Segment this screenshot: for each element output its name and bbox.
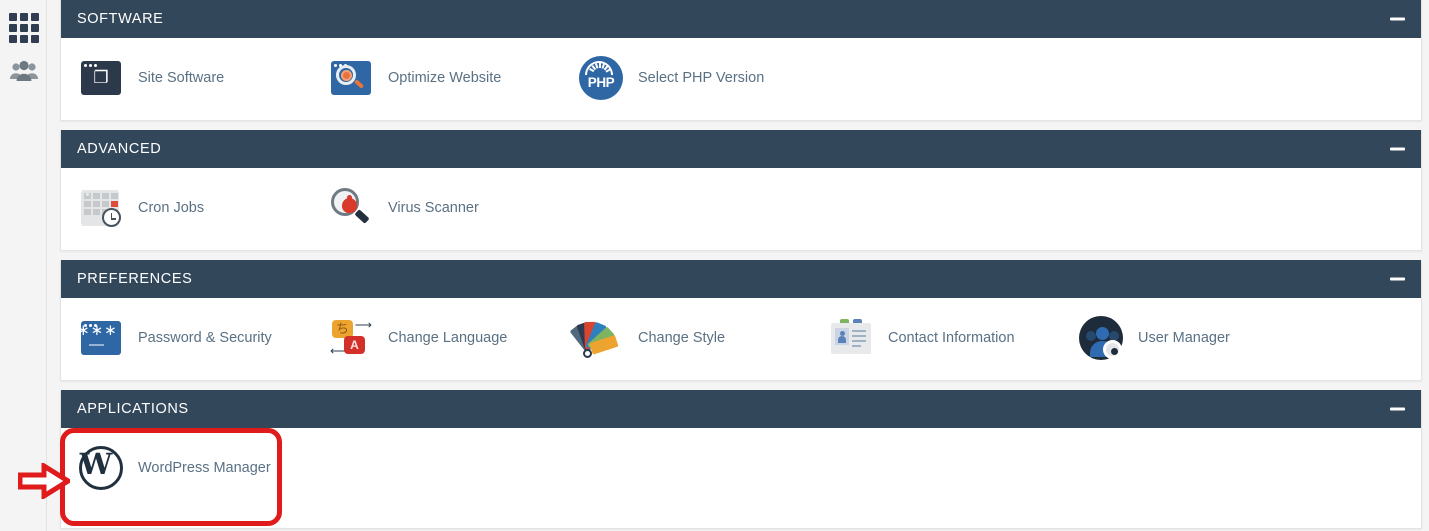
app-item-change-style[interactable]: Change Style (561, 306, 811, 370)
sidebar-item-user-manager[interactable] (0, 50, 47, 94)
app-item-wordpress-manager[interactable]: W WordPress Manager (61, 436, 311, 500)
app-item-contact-information[interactable]: Contact Information (811, 306, 1061, 370)
app-label: Change Language (388, 330, 508, 346)
app-item-site-software[interactable]: ❐ Site Software (61, 46, 311, 110)
collapse-icon[interactable] (1390, 147, 1405, 151)
app-item-virus-scanner[interactable]: Virus Scanner (311, 176, 561, 240)
app-item-user-manager[interactable]: User Manager (1061, 306, 1311, 370)
puzzle-window-icon: ❐ (77, 54, 125, 102)
grid-icon (8, 13, 39, 43)
magnifier-gear-window-icon (327, 54, 375, 102)
section-body-preferences: ∗∗∗— Password & Security ⟶ ⟵ ち A Change … (61, 298, 1421, 380)
calendar-clock-icon (77, 184, 125, 232)
section-body-advanced: Cron Jobs Virus Scanner (61, 168, 1421, 250)
section-body-applications: W WordPress Manager (61, 428, 1421, 528)
password-icon-text: ∗∗∗— (77, 322, 118, 353)
app-label: Change Style (638, 330, 726, 346)
collapse-icon[interactable] (1390, 277, 1405, 281)
app-label: Select PHP Version (638, 70, 765, 86)
app-label: Password & Security (138, 330, 272, 346)
php-gauge-icon: PHP (577, 54, 625, 102)
wordpress-icon: W (77, 444, 125, 492)
collapse-icon[interactable] (1390, 17, 1405, 21)
section-title: PREFERENCES (77, 271, 193, 287)
php-icon-text: PHP (587, 75, 615, 90)
language-icon-text-2: A (344, 336, 365, 354)
app-label: Virus Scanner (388, 200, 479, 216)
section-header-preferences[interactable]: PREFERENCES (61, 260, 1421, 298)
app-item-optimize-website[interactable]: Optimize Website (311, 46, 561, 110)
section-header-software[interactable]: SOFTWARE (61, 0, 1421, 38)
section-title: SOFTWARE (77, 11, 164, 27)
sidebar-item-apps-grid[interactable] (0, 6, 47, 50)
section-header-applications[interactable]: APPLICATIONS (61, 390, 1421, 428)
app-label: Optimize Website (388, 70, 502, 86)
magnifier-bug-icon (327, 184, 375, 232)
app-label: Contact Information (888, 330, 1015, 346)
section-advanced: ADVANCED Cron Jobs Virus Scanner (60, 130, 1422, 251)
collapse-icon[interactable] (1390, 407, 1405, 411)
id-card-icon (827, 314, 875, 362)
color-swatch-fan-icon (569, 314, 625, 362)
app-label: WordPress Manager (138, 460, 271, 476)
password-window-icon: ∗∗∗— (77, 314, 125, 362)
app-item-select-php-version[interactable]: PHP Select PHP Version (561, 46, 811, 110)
speech-bubbles-icon: ⟶ ⟵ ち A (330, 318, 372, 358)
sidebar (0, 0, 47, 531)
wordpress-icon-text: W (79, 447, 113, 481)
app-label: User Manager (1138, 330, 1230, 346)
cpanel-page: SOFTWARE ❐ Site Software Optimize Websit… (0, 0, 1429, 531)
app-item-change-language[interactable]: ⟶ ⟵ ち A Change Language (311, 306, 561, 370)
section-header-advanced[interactable]: ADVANCED (61, 130, 1421, 168)
app-label: Cron Jobs (138, 200, 205, 216)
app-item-cron-jobs[interactable]: Cron Jobs (61, 176, 311, 240)
section-preferences: PREFERENCES ∗∗∗— Password & Security ⟶ ⟵… (60, 260, 1422, 381)
users-icon (9, 60, 38, 81)
app-item-password-security[interactable]: ∗∗∗— Password & Security (61, 306, 311, 370)
section-title: ADVANCED (77, 141, 162, 157)
main-content: SOFTWARE ❐ Site Software Optimize Websit… (47, 0, 1429, 531)
section-body-software: ❐ Site Software Optimize Website PHP Sel… (61, 38, 1421, 120)
app-label: Site Software (138, 70, 225, 86)
section-applications: APPLICATIONS W WordPress Manager (60, 390, 1422, 529)
section-title: APPLICATIONS (77, 401, 189, 417)
section-software: SOFTWARE ❐ Site Software Optimize Websit… (60, 0, 1422, 121)
people-gear-icon (1077, 314, 1125, 362)
